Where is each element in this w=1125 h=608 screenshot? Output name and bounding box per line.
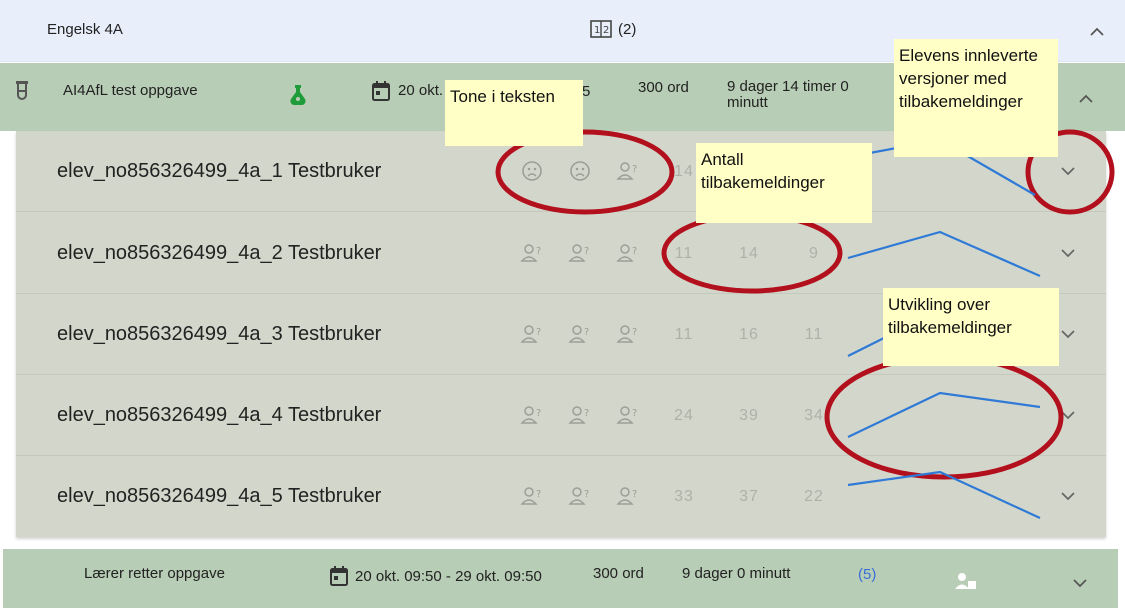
person-question-icon: ? [568, 325, 589, 343]
task-words: 300 ord [638, 79, 689, 96]
person-question-icon: ? [568, 244, 589, 262]
feedback-count: 24 [674, 407, 694, 424]
svg-text:?: ? [536, 489, 541, 500]
person-question-icon: ? [616, 487, 637, 505]
person-question-icon: ? [616, 406, 637, 424]
expand-row-button[interactable] [1056, 159, 1080, 183]
feedback-count: 14 [739, 245, 759, 262]
feedback-count: 9 [809, 245, 819, 262]
svg-text:?: ? [632, 489, 637, 500]
person-question-icon: ? [568, 487, 589, 505]
chevron-down-icon [1073, 578, 1087, 587]
person-question-icon: ? [616, 244, 637, 262]
chevron-up-icon [1090, 27, 1104, 36]
task-date: 20 okt. [398, 82, 444, 99]
submission-count: 1 2 (2) [590, 20, 636, 38]
class-name: Engelsk 4A [47, 21, 123, 38]
student-name: elev_no856326499_4a_1 Testbruker [57, 160, 382, 182]
chevron-down-icon [1061, 248, 1075, 257]
annotation-antall: Antall tilbakemeldinger [696, 143, 872, 223]
person-question-icon: ? [616, 325, 637, 343]
person-question-icon: ? [616, 162, 637, 180]
svg-text:?: ? [584, 489, 589, 500]
svg-text:?: ? [536, 246, 541, 257]
svg-text:?: ? [632, 408, 637, 419]
expand-row-button[interactable] [1056, 322, 1080, 346]
task-row-teacher[interactable]: Lærer retter oppgave 20 okt. 09:50 - 29 … [3, 549, 1118, 608]
face-sad-icon [522, 161, 542, 181]
student-name: elev_no856326499_4a_5 Testbruker [57, 485, 382, 507]
svg-text:?: ? [536, 408, 541, 419]
task-name: Lærer retter oppgave [84, 565, 225, 582]
grid-count-icon: 1 2 [590, 20, 612, 38]
flask-icon [290, 85, 306, 106]
task-date-suffix: 5 [582, 83, 591, 100]
chevron-up-icon [1079, 94, 1093, 103]
task-name: AI4AfL test oppgave [63, 82, 198, 99]
collapse-task-button[interactable] [1074, 86, 1098, 110]
collapse-class-button[interactable] [1085, 19, 1109, 43]
chevron-down-icon [1061, 329, 1075, 338]
submission-count-link[interactable]: (5) [858, 566, 876, 583]
task-time-left: 9 dager 14 timer 0 minutt [727, 78, 849, 111]
annotation-utvikling: Utvikling over tilbakemeldinger [883, 288, 1059, 366]
task-date-range: 20 okt. 09:50 - 29 okt. 09:50 [355, 568, 542, 585]
annotation-tone: Tone i teksten [445, 80, 583, 146]
feedback-count: 11 [804, 326, 824, 343]
calendar-icon [330, 566, 348, 586]
face-sad-icon [570, 161, 590, 181]
class-count: (2) [618, 20, 637, 38]
task-words: 300 ord [593, 565, 644, 582]
student-name: elev_no856326499_4a_3 Testbruker [57, 323, 382, 345]
expand-row-button[interactable] [1056, 241, 1080, 265]
calendar-icon [372, 81, 390, 101]
chevron-down-icon [1061, 410, 1075, 419]
feedback-count: 16 [739, 326, 759, 343]
feedback-count: 11 [674, 245, 694, 262]
svg-text:?: ? [536, 327, 541, 338]
annotation-versions: Elevens innleverte versjoner med tilbake… [894, 39, 1058, 157]
expand-task-button[interactable] [1068, 571, 1092, 595]
feedback-count: 34 [804, 407, 824, 424]
person-question-icon: ? [568, 406, 589, 424]
svg-text:?: ? [584, 408, 589, 419]
expand-row-button[interactable] [1056, 484, 1080, 508]
task-time-left: 9 dager 0 minutt [682, 565, 791, 582]
feedback-count: 11 [674, 326, 694, 343]
svg-text:2: 2 [603, 25, 609, 36]
feedback-count: 33 [674, 488, 694, 505]
person-question-icon: ? [520, 325, 541, 343]
svg-text:1: 1 [594, 25, 600, 36]
person-question-icon: ? [520, 406, 541, 424]
svg-text:?: ? [632, 164, 637, 175]
student-row[interactable]: elev_no856326499_4a_4 Testbruker ? ? ? 2… [16, 375, 1106, 456]
feedback-count: 37 [739, 488, 759, 505]
feedback-count: 39 [739, 407, 759, 424]
svg-text:?: ? [632, 327, 637, 338]
feedback-count: 22 [804, 488, 824, 505]
student-row[interactable]: elev_no856326499_4a_2 Testbruker ? ? ? 1… [16, 213, 1106, 294]
svg-text:?: ? [632, 246, 637, 257]
chevron-down-icon [1061, 491, 1075, 500]
expand-row-button[interactable] [1056, 403, 1080, 427]
student-name: elev_no856326499_4a_4 Testbruker [57, 404, 382, 426]
chevron-down-icon [1061, 166, 1075, 175]
person-question-icon: ? [520, 244, 541, 262]
test-tube-icon [16, 81, 28, 100]
student-row[interactable]: elev_no856326499_4a_5 Testbruker ? ? ? 3… [16, 456, 1106, 537]
svg-text:?: ? [584, 246, 589, 257]
person-question-icon: ? [520, 487, 541, 505]
app-root: { "class_header": { "name": "Engelsk 4A"… [0, 0, 1125, 608]
svg-text:?: ? [584, 327, 589, 338]
person-review-icon [955, 573, 976, 589]
student-name: elev_no856326499_4a_2 Testbruker [57, 242, 382, 264]
